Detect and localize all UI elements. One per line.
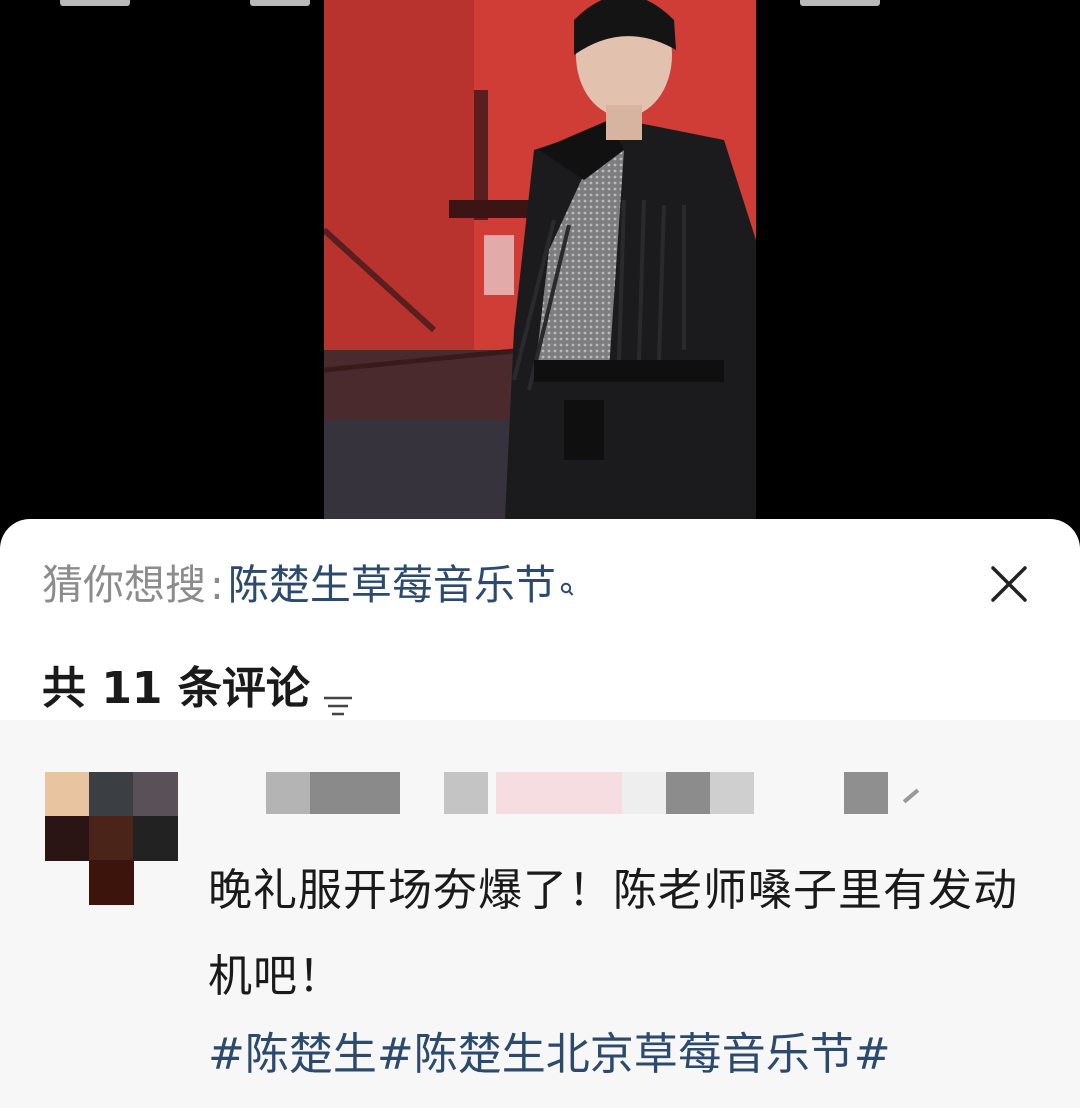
video-frame[interactable] xyxy=(324,0,756,540)
avatar[interactable] xyxy=(45,772,178,905)
status-bar-fragment xyxy=(800,0,880,6)
mosaic-block xyxy=(710,772,754,814)
suggestion-query-link[interactable]: 陈楚生草莓音乐节 xyxy=(228,555,556,615)
avatar-pixel xyxy=(45,772,90,817)
suggestion-colon: : xyxy=(210,561,224,609)
comment-count-label: 共 11 条评论 xyxy=(42,663,310,714)
performer-image xyxy=(324,0,756,540)
suggestion-prefix: 猜你想搜 xyxy=(42,561,206,609)
mosaic-block xyxy=(266,772,310,814)
mosaic-block xyxy=(622,772,666,814)
mosaic-block xyxy=(666,772,710,814)
comment-body: 晚礼服开场夯爆了！陈老师嗓子里有发动机吧！ xyxy=(208,865,1018,1002)
avatar-pixel xyxy=(89,772,134,817)
mosaic-block xyxy=(496,772,626,814)
close-button[interactable] xyxy=(978,553,1040,615)
mosaic-block xyxy=(310,772,400,814)
hashtag-link[interactable]: #陈楚生北京草莓音乐节 xyxy=(377,1029,854,1080)
avatar-pixel xyxy=(45,816,90,861)
avatar-pixel xyxy=(133,816,178,861)
avatar-pixel xyxy=(89,816,134,861)
search-icon xyxy=(560,560,574,596)
hashtag-link[interactable]: #陈楚生 xyxy=(208,1029,377,1080)
sort-icon[interactable] xyxy=(322,680,354,716)
video-player[interactable] xyxy=(0,0,1080,540)
hashtag-row: #陈楚生#陈楚生北京草莓音乐节# xyxy=(208,1020,1048,1090)
username-redacted[interactable] xyxy=(266,772,926,826)
mosaic-block xyxy=(844,772,888,814)
mosaic-block xyxy=(902,788,920,804)
search-suggestion[interactable]: 猜你想搜 : 陈楚生草莓音乐节 xyxy=(42,555,574,615)
status-bar-fragment xyxy=(60,0,130,6)
comment-sheet: 猜你想搜 : 陈楚生草莓音乐节 共 11 条评论 晚礼服开场夯爆了！陈老师嗓子里… xyxy=(0,519,1080,1108)
status-bar-fragment xyxy=(250,0,310,6)
avatar-pixel xyxy=(133,772,178,817)
close-icon xyxy=(991,566,1027,602)
avatar-pixel xyxy=(89,860,134,905)
mosaic-block xyxy=(444,772,488,814)
comment-list: 晚礼服开场夯爆了！陈老师嗓子里有发动机吧！ #陈楚生#陈楚生北京草莓音乐节# xyxy=(0,720,1080,1108)
screen: 猜你想搜 : 陈楚生草莓音乐节 共 11 条评论 晚礼服开场夯爆了！陈老师嗓子里… xyxy=(0,0,1080,1108)
comment-count-header: 共 11 条评论 xyxy=(42,661,354,717)
hashtag-link[interactable]: # xyxy=(854,1029,891,1080)
